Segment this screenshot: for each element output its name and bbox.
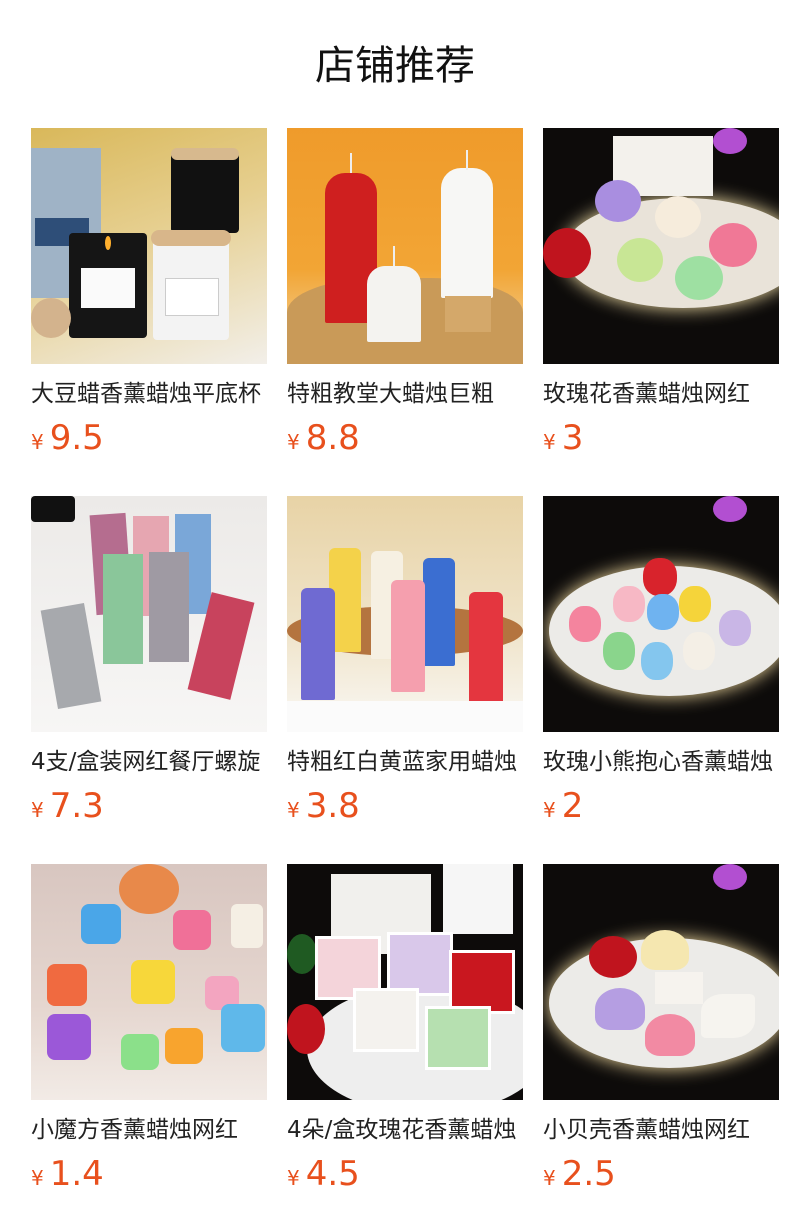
currency-symbol: ¥: [31, 798, 44, 822]
product-name[interactable]: 玫瑰小熊抱心香薰蜡烛: [543, 746, 779, 778]
product-card[interactable]: 特粗红白黄蓝家用蜡烛 ¥3.8: [287, 496, 523, 826]
product-name[interactable]: 玫瑰花香薰蜡烛网红: [543, 378, 779, 410]
product-grid: 大豆蜡香薰蜡烛平底杯 ¥9.5 特粗教堂大蜡烛巨粗 ¥8.8 玫瑰花香薰蜡烛网红…: [31, 128, 779, 1194]
currency-symbol: ¥: [543, 430, 556, 454]
product-image[interactable]: [31, 496, 267, 732]
product-name[interactable]: 特粗红白黄蓝家用蜡烛: [287, 746, 523, 778]
price-value: 7.3: [49, 786, 104, 826]
product-price: ¥2.5: [543, 1152, 616, 1202]
price-value: 2.5: [561, 1154, 616, 1194]
currency-symbol: ¥: [543, 798, 556, 822]
product-image[interactable]: [287, 864, 523, 1100]
product-image[interactable]: [543, 864, 779, 1100]
product-card[interactable]: 4支/盒装网红餐厅螺旋 ¥7.3: [31, 496, 267, 826]
price-value: 3.8: [305, 786, 360, 826]
product-image[interactable]: [31, 128, 267, 364]
price-value: 1.4: [49, 1154, 104, 1194]
product-card[interactable]: 玫瑰小熊抱心香薰蜡烛 ¥2: [543, 496, 779, 826]
product-price: ¥2: [543, 784, 583, 834]
product-name[interactable]: 4支/盒装网红餐厅螺旋: [31, 746, 267, 778]
product-card[interactable]: 小贝壳香薰蜡烛网红 ¥2.5: [543, 864, 779, 1194]
product-card[interactable]: 小魔方香薰蜡烛网红 ¥1.4: [31, 864, 267, 1194]
product-card[interactable]: 特粗教堂大蜡烛巨粗 ¥8.8: [287, 128, 523, 458]
product-name[interactable]: 小贝壳香薰蜡烛网红: [543, 1114, 779, 1146]
currency-symbol: ¥: [287, 798, 300, 822]
currency-symbol: ¥: [287, 1166, 300, 1190]
product-price: ¥1.4: [31, 1152, 104, 1202]
product-card[interactable]: 4朵/盒玫瑰花香薰蜡烛 ¥4.5: [287, 864, 523, 1194]
product-card[interactable]: 大豆蜡香薰蜡烛平底杯 ¥9.5: [31, 128, 267, 458]
price-value: 3: [561, 418, 584, 458]
product-name[interactable]: 4朵/盒玫瑰花香薰蜡烛: [287, 1114, 523, 1146]
price-value: 9.5: [49, 418, 104, 458]
product-price: ¥3.8: [287, 784, 360, 834]
product-image[interactable]: [31, 864, 267, 1100]
product-price: ¥4.5: [287, 1152, 360, 1202]
price-value: 8.8: [305, 418, 360, 458]
currency-symbol: ¥: [287, 430, 300, 454]
product-price: ¥7.3: [31, 784, 104, 834]
product-name[interactable]: 小魔方香薰蜡烛网红: [31, 1114, 267, 1146]
product-image[interactable]: [543, 496, 779, 732]
product-name[interactable]: 大豆蜡香薰蜡烛平底杯: [31, 378, 267, 410]
currency-symbol: ¥: [31, 430, 44, 454]
currency-symbol: ¥: [31, 1166, 44, 1190]
product-image[interactable]: [287, 128, 523, 364]
page-title: 店铺推荐: [315, 43, 475, 89]
product-name[interactable]: 特粗教堂大蜡烛巨粗: [287, 378, 523, 410]
currency-symbol: ¥: [543, 1166, 556, 1190]
product-price: ¥9.5: [31, 416, 104, 466]
product-image[interactable]: [287, 496, 523, 732]
price-value: 2: [561, 786, 584, 826]
product-card[interactable]: 玫瑰花香薰蜡烛网红 ¥3: [543, 128, 779, 458]
product-price: ¥8.8: [287, 416, 360, 466]
product-image[interactable]: [543, 128, 779, 364]
price-value: 4.5: [305, 1154, 360, 1194]
product-price: ¥3: [543, 416, 583, 466]
